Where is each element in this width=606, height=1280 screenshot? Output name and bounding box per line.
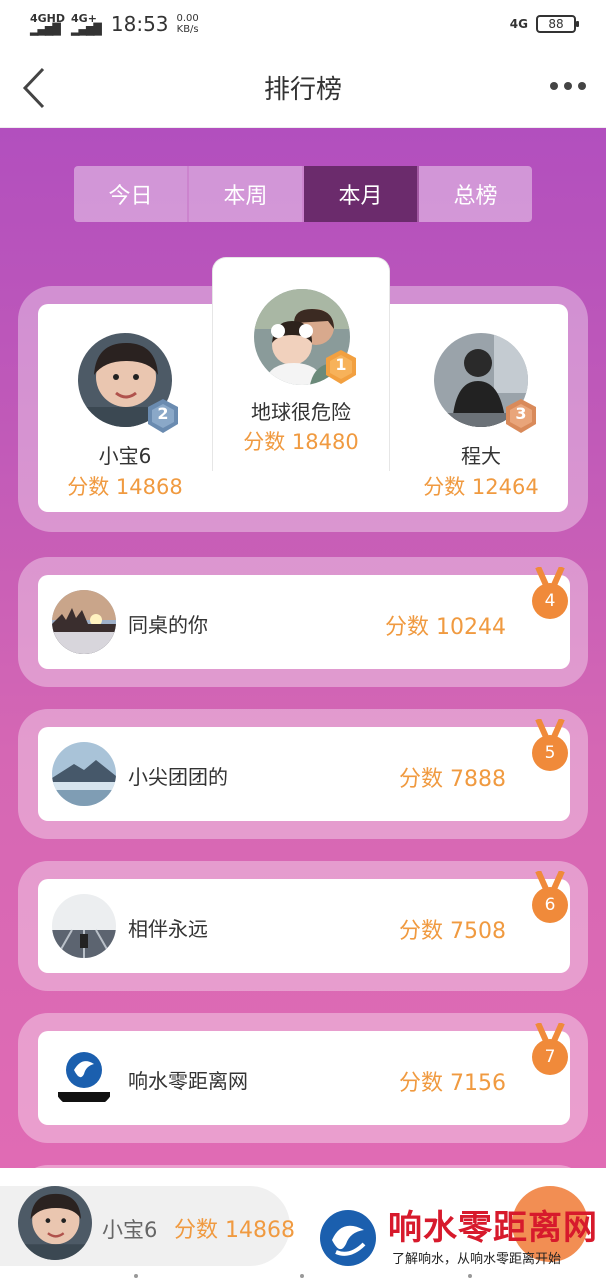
my-score: 分数 14868 bbox=[174, 1218, 295, 1243]
rank-medal-icon: 7 bbox=[530, 1021, 570, 1079]
battery-icon: 88 bbox=[536, 15, 579, 33]
back-button[interactable] bbox=[14, 66, 54, 110]
ranking-row-6[interactable]: 相伴永远 分数 7508 6 bbox=[18, 861, 588, 991]
user-score: 分数 7508 bbox=[399, 919, 506, 944]
list-item: 响水零距离网 分数 7156 bbox=[38, 1031, 570, 1125]
my-rank-bar[interactable]: 小宝6 分数 14868 响水零距离网 了解响水，从响水零距离开始 bbox=[0, 1168, 606, 1280]
signal-indicator-2: 4G+ ▂▄▆█ bbox=[71, 13, 102, 36]
rank-2-badge: 2 bbox=[146, 398, 180, 434]
more-dots-icon bbox=[550, 82, 558, 90]
list-item: 相伴永远 分数 7508 bbox=[38, 879, 570, 973]
rank-medal-icon: 5 bbox=[530, 717, 570, 775]
tab-today[interactable]: 今日 bbox=[74, 166, 189, 222]
ranking-row-5[interactable]: 小尖团团的 分数 7888 5 bbox=[18, 709, 588, 839]
tab-week[interactable]: 本周 bbox=[189, 166, 304, 222]
ranking-row-4[interactable]: 同桌的你 分数 10244 4 bbox=[18, 557, 588, 687]
period-tabs: 今日 本周 本月 总榜 bbox=[74, 166, 532, 222]
watermark-subtitle: 了解响水，从响水零距离开始 bbox=[392, 1252, 562, 1267]
user-score: 分数 7156 bbox=[399, 1071, 506, 1096]
my-name: 小宝6 bbox=[102, 1218, 158, 1242]
user-name: 小尖团团的 bbox=[128, 765, 228, 789]
first-place-score: 分数 18480 bbox=[243, 430, 359, 454]
nav-header: 排行榜 bbox=[0, 48, 606, 128]
user-score: 分数 7888 bbox=[399, 767, 506, 792]
rank-medal-icon: 4 bbox=[530, 565, 570, 623]
user-name: 响水零距离网 bbox=[128, 1069, 248, 1093]
user-name: 相伴永远 bbox=[128, 917, 208, 941]
third-place-score: 分数 12464 bbox=[423, 475, 539, 499]
speed-value: 0.00 bbox=[176, 13, 199, 24]
first-place-name: 地球很危险 bbox=[251, 400, 351, 424]
rank-medal-icon: 6 bbox=[530, 869, 570, 927]
signal-indicator-1: 4GHD ▂▄▆█ bbox=[30, 13, 65, 35]
rank-1-badge: 1 bbox=[324, 349, 358, 385]
more-menu-button[interactable] bbox=[546, 74, 590, 98]
third-place-name: 程大 bbox=[461, 444, 501, 468]
user-score: 分数 10244 bbox=[385, 615, 506, 640]
ranking-row-7[interactable]: 响水零距离网 分数 7156 7 bbox=[18, 1013, 588, 1143]
back-arrow-icon bbox=[22, 67, 45, 109]
speed-unit: KB/s bbox=[176, 24, 199, 35]
user-avatar bbox=[52, 590, 116, 654]
watermark-title: 响水零距离网 bbox=[388, 1208, 598, 1248]
signal-bars-icon: ▂▄▆█ bbox=[71, 23, 102, 36]
user-avatar bbox=[52, 742, 116, 806]
page-title: 排行榜 bbox=[263, 75, 342, 105]
page-indicator bbox=[0, 1274, 606, 1280]
user-avatar bbox=[52, 894, 116, 958]
my-avatar bbox=[18, 1186, 92, 1260]
list-item: 小尖团团的 分数 7888 bbox=[38, 727, 570, 821]
leaderboard-area: 今日 本周 本月 总榜 1 地球很危险 分数 18480 2 小宝6 分数 14… bbox=[0, 128, 606, 1168]
network-speed: 0.00 KB/s bbox=[177, 13, 199, 35]
status-bar: 4GHD ▂▄▆█ 4G+ ▂▄▆█ 18:53 0.00 KB/s 4G 88 bbox=[0, 0, 606, 48]
tab-month[interactable]: 本月 bbox=[304, 166, 419, 222]
list-item: 同桌的你 分数 10244 bbox=[38, 575, 570, 669]
second-place-score: 分数 14868 bbox=[67, 475, 183, 499]
rank-3-badge: 3 bbox=[504, 398, 538, 434]
clock: 18:53 bbox=[110, 12, 169, 36]
watermark-logo-icon bbox=[316, 1208, 380, 1268]
user-name: 同桌的你 bbox=[128, 613, 208, 637]
second-place-name: 小宝6 bbox=[98, 444, 152, 468]
user-avatar bbox=[52, 1046, 116, 1110]
tab-total[interactable]: 总榜 bbox=[419, 166, 532, 222]
signal-bars-icon: ▂▄▆█ bbox=[30, 23, 61, 36]
network-type: 4G bbox=[509, 17, 528, 31]
